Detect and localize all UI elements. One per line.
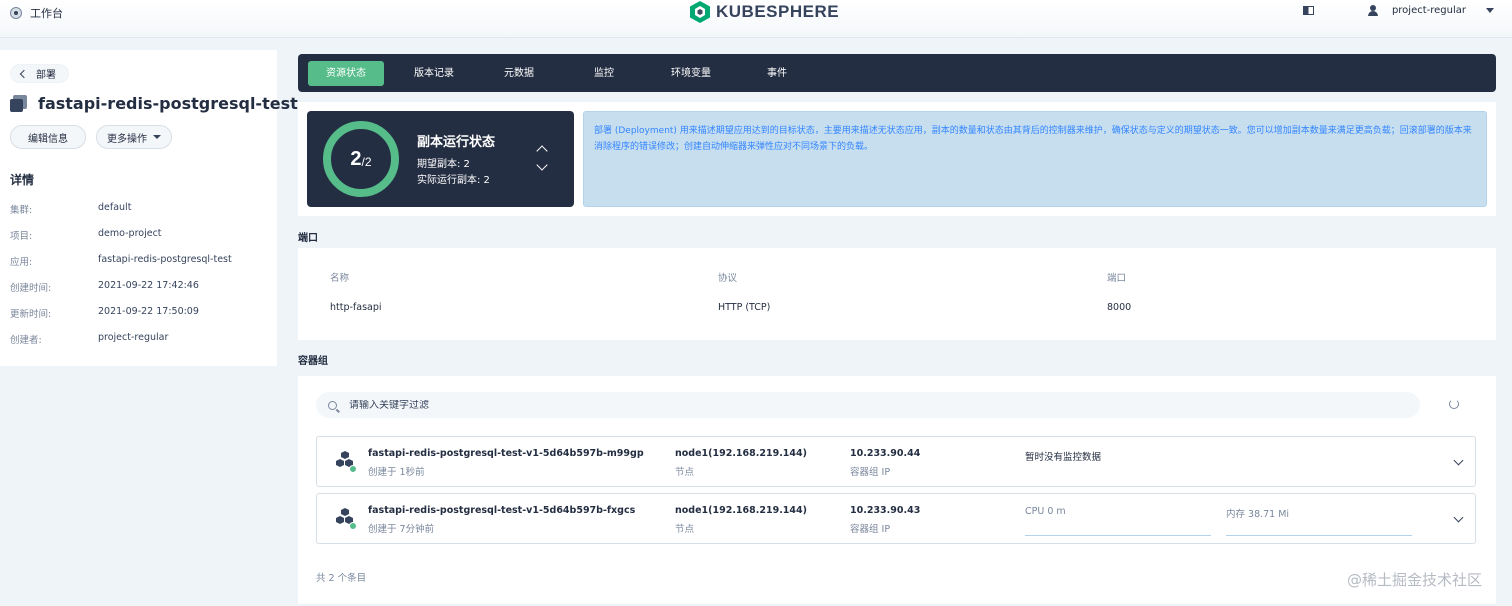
pod-icon (333, 508, 357, 532)
tab-revision-records[interactable]: 版本记录 (396, 61, 472, 86)
kubesphere-logo-icon (690, 1, 710, 23)
pod-icon (333, 451, 357, 475)
detail-updated-time: 更新时间: 2021-09-22 17:50:09 (10, 306, 199, 320)
no-monitoring-data: 暂时没有监控数据 (1025, 452, 1102, 463)
port-header-port: 端口 (1107, 273, 1127, 284)
detail-key: 创建者: (10, 335, 42, 346)
replica-ring: 2 /2 (323, 121, 399, 197)
detail-value: project-regular (98, 332, 169, 343)
tab-metadata[interactable]: 元数据 (486, 61, 552, 86)
port-protocol: HTTP (TCP) (718, 302, 771, 313)
user-icon (1367, 5, 1378, 16)
tab-events[interactable]: 事件 (749, 61, 805, 86)
pod-created: 创建于 7分钟前 (368, 524, 435, 535)
pod-node: node1(192.168.219.144) (675, 505, 807, 516)
pod-running-status-icon (349, 522, 357, 530)
workbench-link[interactable]: 工作台 (10, 5, 63, 21)
detail-tabs: 资源状态 版本记录 元数据 监控 环境变量 事件 (298, 54, 1496, 92)
detail-value: 2021-09-22 17:50:09 (98, 306, 199, 317)
deployment-info-box: 部署 (Deployment) 用来描述期望应用达到的目标状态，主要用来描述无状… (583, 111, 1487, 207)
chevron-down-icon[interactable] (1453, 512, 1464, 523)
layout-toggle-icon[interactable] (1302, 6, 1314, 15)
detail-app: 应用: fastapi-redis-postgresql-test (10, 254, 232, 268)
replica-total: /2 (361, 155, 372, 169)
logo-text: KUBESPHERE (716, 2, 840, 21)
detail-value: demo-project (98, 228, 162, 239)
back-to-deployments-button[interactable]: 部署 (10, 64, 69, 83)
workbench-icon (10, 7, 22, 19)
detail-key: 项目: (10, 231, 33, 242)
deployment-icon (10, 94, 28, 113)
detail-cluster: 集群: default (10, 202, 131, 216)
tab-environment-variables[interactable]: 环境变量 (653, 61, 729, 86)
pod-name[interactable]: fastapi-redis-postgresql-test-v1-5d64b59… (368, 505, 635, 516)
detail-key: 创建时间: (10, 283, 52, 294)
port-number: 8000 (1107, 302, 1132, 313)
search-icon (328, 400, 337, 410)
detail-value: fastapi-redis-postgresql-test (98, 254, 232, 265)
pod-search-input[interactable] (349, 399, 949, 411)
pod-ip: 10.233.90.43 (850, 505, 921, 516)
pods-card: fastapi-redis-postgresql-test-v1-5d64b59… (298, 376, 1496, 604)
detail-creator: 创建者: project-regular (10, 332, 168, 346)
pods-heading: 容器组 (298, 356, 328, 367)
port-header-protocol: 协议 (718, 273, 738, 284)
ports-heading: 端口 (298, 233, 318, 244)
edit-info-button[interactable]: 编辑信息 (10, 125, 86, 149)
back-label: 部署 (36, 70, 56, 81)
replica-title: 副本运行状态 (417, 135, 496, 150)
replica-status-card: 2 /2 副本运行状态 期望副本: 2 实际运行副本: 2 (307, 111, 574, 207)
page-title: fastapi-redis-postgresql-test-... (38, 94, 323, 113)
chevron-left-icon (19, 69, 29, 78)
replica-decrease-icon[interactable] (536, 159, 548, 171)
detail-created-time: 创建时间: 2021-09-22 17:42:46 (10, 280, 199, 294)
more-actions-button[interactable]: 更多操作 (96, 125, 172, 149)
workbench-label: 工作台 (30, 7, 63, 20)
memory-usage-metric: 内存 38.71 Mi (1226, 506, 1412, 536)
ports-card: 名称 协议 端口 http-fasapi HTTP (TCP) 8000 (298, 248, 1496, 340)
user-name[interactable]: project-regular (1392, 5, 1466, 16)
details-heading: 详情 (10, 173, 35, 187)
deployment-detail-sidebar: 部署 fastapi-redis-postgresql-test-... 编辑信… (0, 50, 323, 366)
user-menu-caret-icon[interactable] (1486, 8, 1494, 13)
tab-monitoring[interactable]: 监控 (576, 61, 632, 86)
pod-name[interactable]: fastapi-redis-postgresql-test-v1-5d64b59… (368, 448, 644, 459)
more-actions-label: 更多操作 (107, 133, 147, 145)
pod-ip-label: 容器组 IP (850, 467, 891, 478)
pod-ip-label: 容器组 IP (850, 524, 891, 535)
detail-value: default (98, 202, 132, 213)
refresh-icon[interactable] (1449, 399, 1459, 409)
pod-ip: 10.233.90.44 (850, 448, 921, 459)
pod-node-label: 节点 (675, 467, 695, 478)
top-header: 工作台 KUBESPHERE project-regular (0, 0, 1512, 38)
pod-row[interactable]: fastapi-redis-postgresql-test-v1-5d64b59… (316, 436, 1476, 487)
detail-key: 集群: (10, 205, 33, 216)
port-name: http-fasapi (330, 302, 382, 313)
chevron-down-icon[interactable] (1453, 455, 1464, 466)
pod-total-count: 共 2 个条目 (316, 573, 367, 584)
pod-node-label: 节点 (675, 524, 695, 535)
tab-resource-status[interactable]: 资源状态 (308, 61, 384, 86)
kubesphere-logo[interactable]: KUBESPHERE (690, 1, 839, 23)
pod-node: node1(192.168.219.144) (675, 448, 807, 459)
replica-increase-icon[interactable] (536, 145, 548, 157)
detail-value: 2021-09-22 17:42:46 (98, 280, 199, 291)
pod-created: 创建于 1秒前 (368, 467, 425, 478)
caret-down-icon (153, 135, 161, 139)
port-header-name: 名称 (330, 273, 350, 284)
replica-actual: 实际运行副本: 2 (417, 175, 490, 186)
pod-row[interactable]: fastapi-redis-postgresql-test-v1-5d64b59… (316, 493, 1476, 544)
pod-running-status-icon (349, 465, 357, 473)
replica-section: 2 /2 副本运行状态 期望副本: 2 实际运行副本: 2 部署 (Deploy… (298, 102, 1496, 216)
watermark: @稀土掘金技术社区 (1346, 571, 1482, 589)
cpu-usage-metric: CPU 0 m (1025, 506, 1211, 536)
replica-current: 2 (350, 147, 362, 170)
ports-table: 名称 协议 端口 http-fasapi HTTP (TCP) 8000 (310, 256, 1478, 332)
edit-info-label: 编辑信息 (28, 133, 68, 145)
pod-search-bar (316, 392, 1420, 418)
detail-project: 项目: demo-project (10, 228, 162, 242)
replica-desired: 期望副本: 2 (417, 159, 470, 170)
detail-key: 更新时间: (10, 309, 52, 320)
detail-key: 应用: (10, 257, 33, 268)
